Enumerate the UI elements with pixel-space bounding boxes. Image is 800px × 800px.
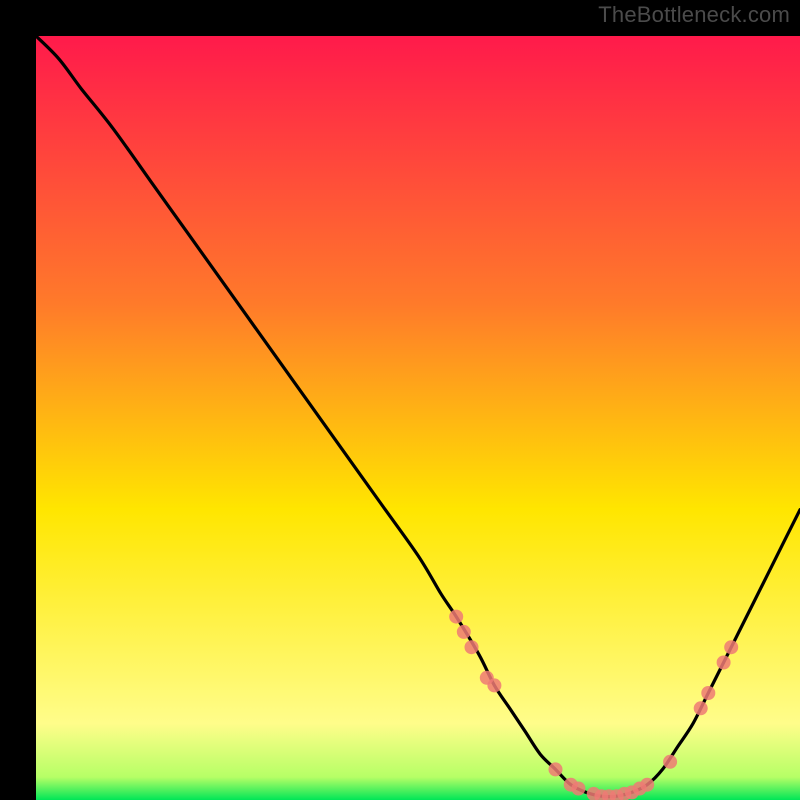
data-marker [549,762,563,776]
data-marker [701,686,715,700]
data-marker [487,678,501,692]
data-marker [663,755,677,769]
bottleneck-chart [36,36,800,800]
data-marker [717,656,731,670]
gradient-background [36,36,800,800]
data-marker [694,701,708,715]
data-marker [724,640,738,654]
data-marker [457,625,471,639]
data-marker [571,782,585,796]
chart-frame [18,18,782,782]
data-marker [449,610,463,624]
data-marker [640,778,654,792]
data-marker [465,640,479,654]
watermark-text: TheBottleneck.com [598,2,790,28]
